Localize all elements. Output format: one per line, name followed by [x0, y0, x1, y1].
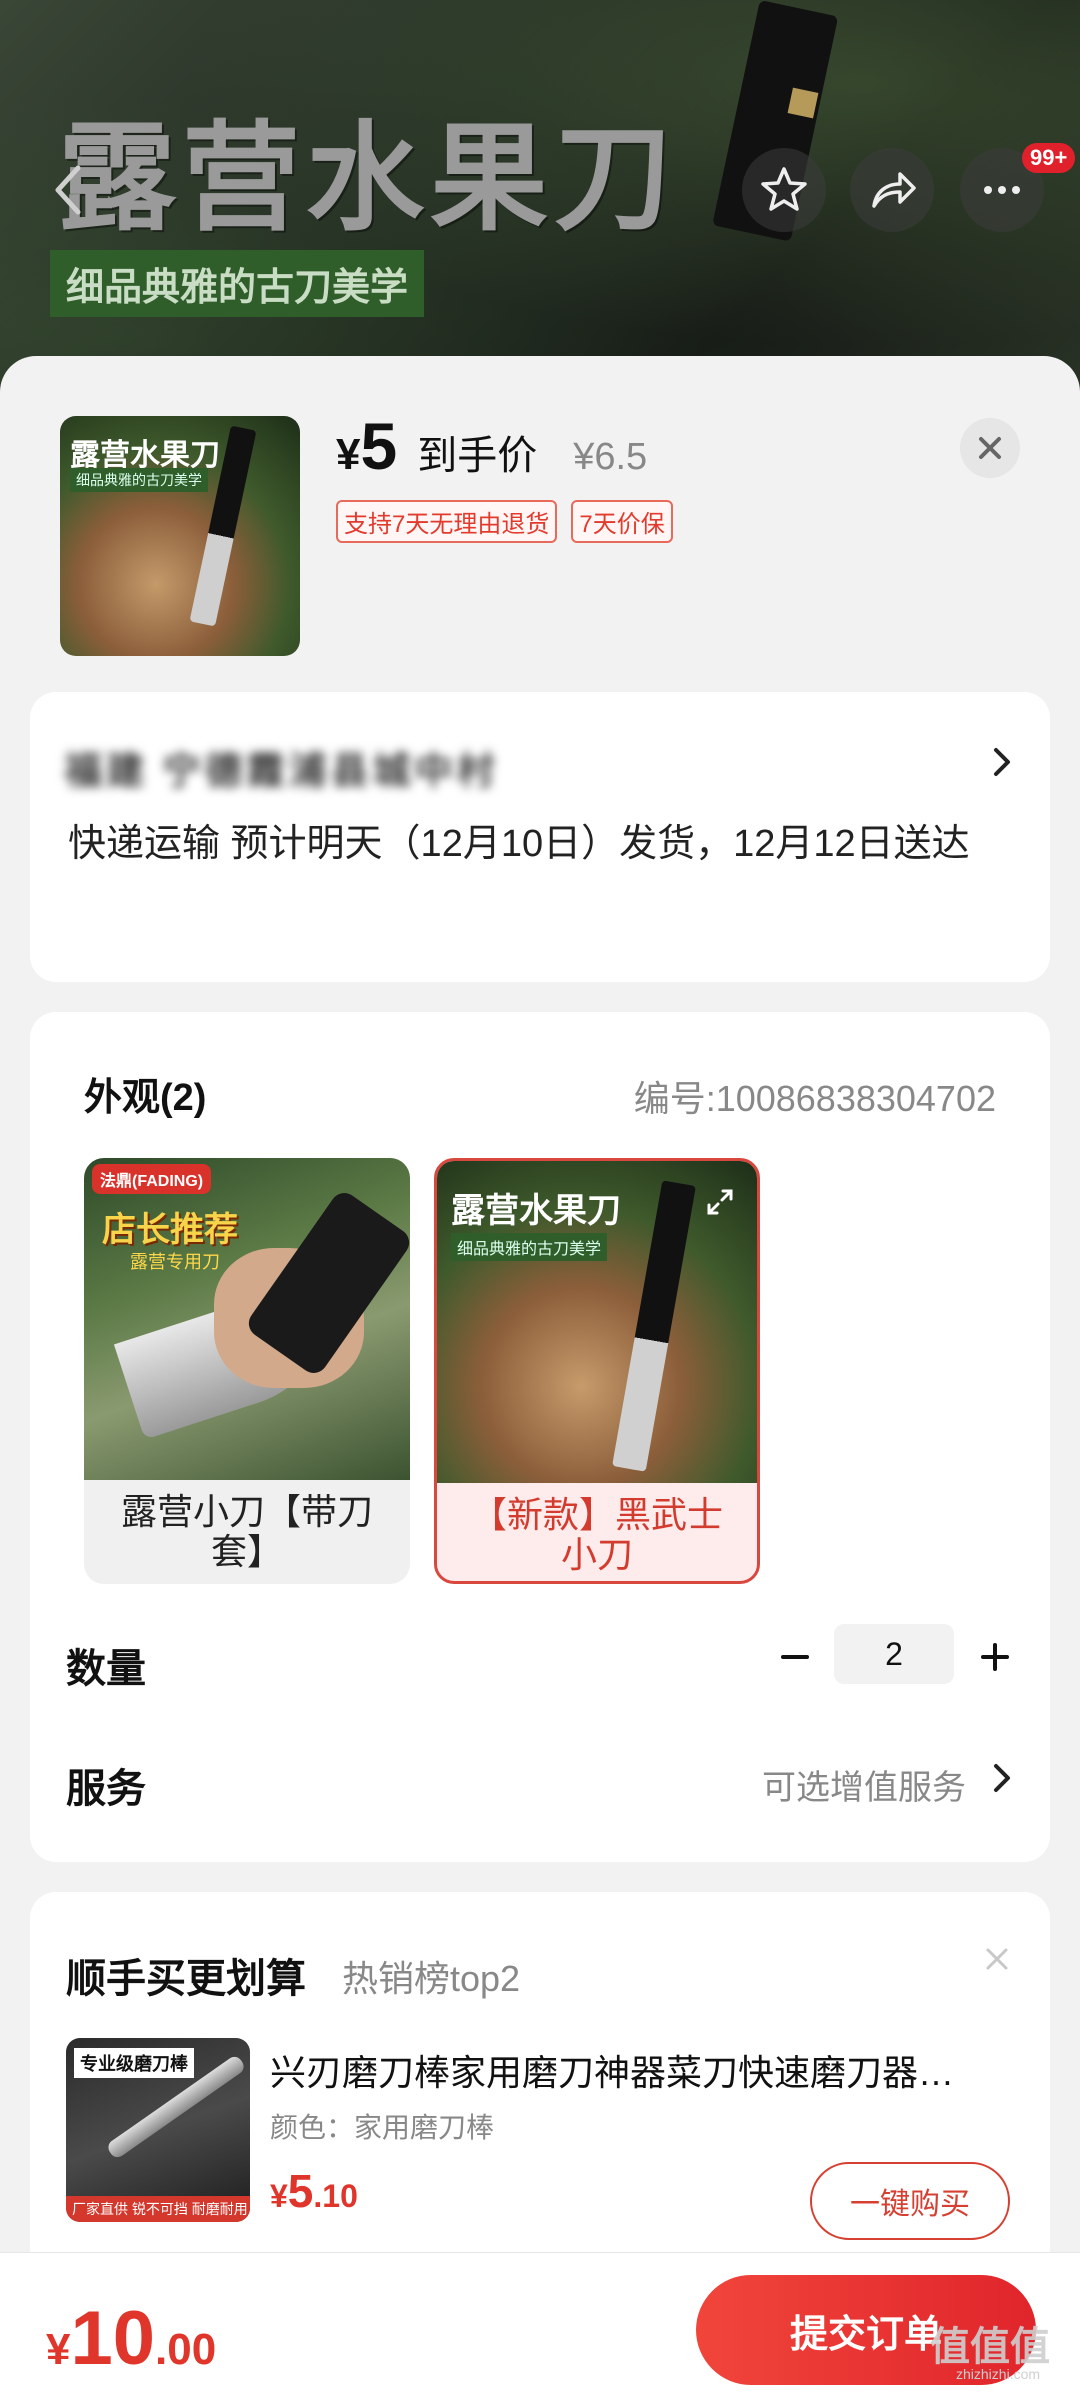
total-int: 10 — [70, 2296, 156, 2381]
recommend-card: 顺手买更划算 热销榜top2 专业级磨刀棒 厂家直供 锐不可挡 耐磨耐用 兴刃磨… — [30, 1892, 1050, 2292]
one-click-buy-button[interactable]: 一键购买 — [810, 2162, 1010, 2240]
total-price: ¥10.00 — [46, 2295, 216, 2382]
price-row: ¥ 5 到手价 ¥6.5 — [336, 408, 647, 484]
option-knife-image — [612, 1180, 696, 1472]
address-card[interactable]: 福建 宁德霞浦县城中村 快递运输 预计明天（12月10日）发货，12月12日送达 — [30, 692, 1050, 982]
plus-icon — [981, 1643, 1009, 1671]
option-brand-tag: 法鼎(FADING) — [92, 1164, 212, 1194]
favorite-button[interactable] — [742, 148, 826, 232]
recommend-thumbnail[interactable]: 专业级磨刀棒 厂家直供 锐不可挡 耐磨耐用 — [66, 2038, 250, 2222]
price-value: 5 — [360, 409, 398, 483]
recommend-subtitle: 热销榜top2 — [342, 1958, 521, 1999]
cart-badge: 99+ — [1022, 143, 1076, 173]
order-sheet: 露营水果刀 细品典雅的古刀美学 ¥ 5 到手价 ¥6.5 支持7天无理由退货 7… — [0, 356, 1080, 2400]
spec-option-black-warrior[interactable]: 露营水果刀 细品典雅的古刀美学 【新款】黑武士小刀 — [434, 1158, 760, 1584]
hero-title: 露营水果刀 — [58, 109, 679, 247]
star-icon — [761, 167, 807, 211]
original-price: ¥6.5 — [573, 436, 648, 478]
quantity-label: 数量 — [66, 1647, 146, 1691]
chevron-right-icon — [994, 748, 1010, 776]
back-icon — [55, 165, 81, 215]
share-button[interactable] — [850, 148, 934, 232]
spec-title: 外观(2) — [84, 1077, 207, 1119]
expand-icon[interactable] — [705, 1187, 735, 1217]
shipping-info: 快递运输 预计明天（12月10日）发货，12月12日送达 — [68, 823, 970, 865]
back-button[interactable] — [38, 150, 98, 230]
quantity-input[interactable]: 2 — [834, 1624, 954, 1684]
product-thumbnail[interactable]: 露营水果刀 细品典雅的古刀美学 — [60, 416, 300, 656]
quantity-increase-button[interactable] — [970, 1632, 1020, 1682]
option-label: 【新款】黑武士小刀 — [470, 1494, 723, 1575]
option-promo: 店长推荐 — [102, 1211, 238, 1249]
total-currency: ¥ — [46, 2325, 71, 2374]
address-name: 福建 宁德霞浦县城中村 — [64, 751, 499, 793]
option-image: 露营水果刀 细品典雅的古刀美学 — [437, 1161, 757, 1483]
option-label: 露营小刀【带刀套】 — [120, 1491, 373, 1572]
option-image: 法鼎(FADING) 店长推荐 露营专用刀 — [84, 1158, 410, 1480]
close-button[interactable] — [960, 418, 1020, 478]
service-hint[interactable]: 可选增值服务 — [762, 1760, 966, 1809]
spec-code: 编号:10086838304702 — [633, 1078, 996, 1119]
watermark: 值值值 — [930, 2325, 1050, 2369]
price-currency: ¥ — [336, 430, 361, 479]
hero-subtitle: 细品典雅的古刀美学 — [50, 250, 425, 317]
service-tags: 支持7天无理由退货 7天价保 — [336, 500, 673, 543]
recommend-price-int: 5 — [287, 2165, 314, 2217]
chevron-right-icon[interactable] — [990, 1758, 1014, 1798]
close-icon — [979, 437, 1001, 459]
recommend-product-color: 颜色：家用磨刀棒 — [270, 2112, 495, 2143]
recommend-thumb-bar: 厂家直供 锐不可挡 耐磨耐用 — [66, 2196, 250, 2222]
minus-icon — [781, 1655, 809, 1659]
option-promo-sub: 露营专用刀 — [130, 1252, 220, 1272]
price-label: 到手价 — [417, 434, 538, 478]
tag-price-protect: 7天价保 — [571, 500, 673, 543]
recommend-price-dec: .10 — [313, 2178, 358, 2214]
total-dec: .00 — [155, 2325, 217, 2374]
spec-card: 外观(2) 编号:10086838304702 法鼎(FADING) 店长推荐 … — [30, 1012, 1050, 1862]
spec-option-camping-knife[interactable]: 法鼎(FADING) 店长推荐 露营专用刀 露营小刀【带刀套】 — [84, 1158, 410, 1584]
recommend-title: 顺手买更划算 — [66, 1957, 306, 2001]
tag-return: 支持7天无理由退货 — [336, 500, 558, 543]
service-label: 服务 — [66, 1767, 146, 1811]
option-thumb-title: 露营水果刀 — [451, 1192, 621, 1230]
recommend-product-name[interactable]: 兴刃磨刀棒家用磨刀神器菜刀快速磨刀器… — [270, 2044, 1050, 2096]
quantity-decrease-button[interactable] — [770, 1632, 820, 1682]
recommend-thumb-title: 专业级磨刀棒 — [74, 2048, 194, 2078]
recommend-price-currency: ¥ — [270, 2178, 288, 2214]
thumbnail-tag: 细品典雅的古刀美学 — [70, 468, 208, 492]
close-icon[interactable] — [982, 1944, 1012, 1974]
more-icon — [984, 186, 1020, 194]
watermark-url: zhizhizhi.com — [956, 2366, 1041, 2382]
product-header: 露营水果刀 细品典雅的古刀美学 ¥ 5 到手价 ¥6.5 支持7天无理由退货 7… — [0, 356, 1080, 676]
option-thumb-sub: 细品典雅的古刀美学 — [451, 1233, 608, 1261]
bottom-bar: ¥10.00 提交订单 — [0, 2252, 1080, 2401]
recommend-price: ¥5.10 — [270, 2164, 358, 2218]
hero-knife-band — [787, 87, 819, 119]
share-icon — [872, 172, 916, 208]
